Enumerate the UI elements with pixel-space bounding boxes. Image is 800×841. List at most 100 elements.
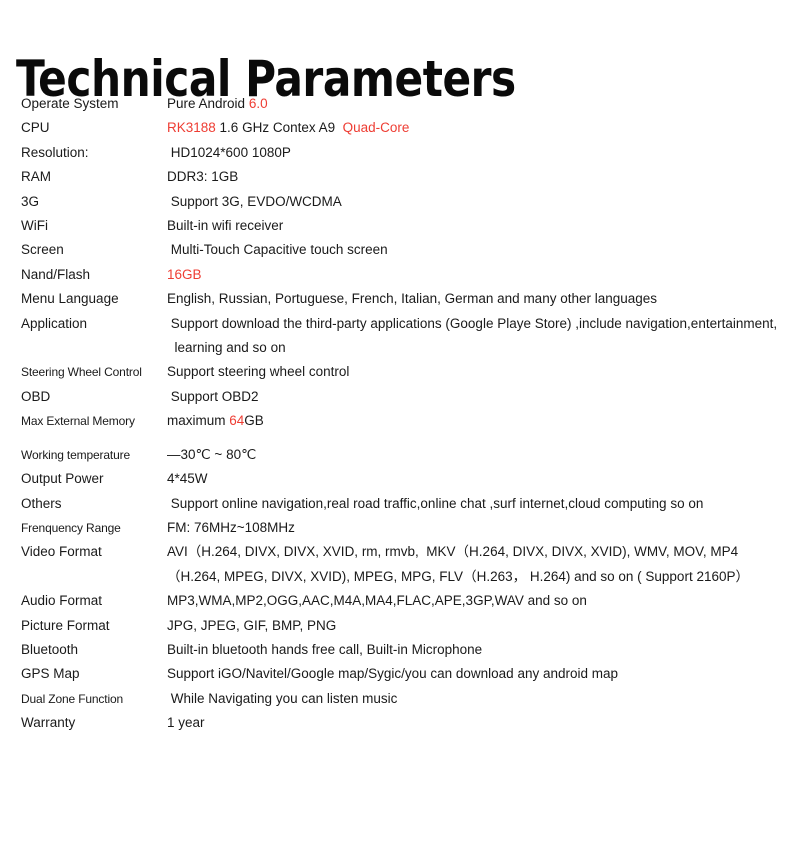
spec-label: Application: [21, 315, 88, 331]
spec-value: MP3,WMA,MP2,OGG,AAC,M4A,MA4,FLAC,APE,3GP…: [167, 589, 783, 613]
spec-value-text: 1.6 GHz Contex A9: [215, 120, 343, 136]
spec-value-text: JPG, JPEG, GIF, BMP, PNG: [167, 617, 337, 633]
spec-value: Support OBD2: [167, 385, 783, 409]
spec-value-text: Support 3G, EVDO/WCDMA: [167, 193, 342, 209]
spec-value: Multi-Touch Capacitive touch screen: [167, 238, 783, 262]
spec-label: Output Power: [21, 471, 104, 487]
spec-row: WiFi Built-in wifi receiver: [21, 214, 783, 238]
spec-row: Bluetooth Built-in bluetooth hands free c…: [21, 638, 783, 662]
spec-label: Audio Format: [21, 593, 103, 609]
spec-value-text: FM: 76MHz~108MHz: [167, 519, 295, 535]
spec-value: 1 year: [167, 711, 783, 735]
spec-value: JPG, JPEG, GIF, BMP, PNG: [167, 614, 783, 638]
spec-value-text: —30℃ ~ 80℃: [167, 446, 257, 462]
spec-row: Dual Zone Function While Navigating you …: [21, 687, 783, 711]
spec-value-text: While Navigating you can listen music: [167, 690, 398, 706]
spec-value: Support steering wheel control: [167, 360, 783, 384]
spec-label: CPU: [21, 120, 50, 136]
spec-row: Operate System Pure Android 6.0: [21, 92, 783, 116]
technical-parameters-page: Technical Parameters Operate System Pure …: [0, 0, 800, 841]
spec-value-text: English, Russian, Portuguese, French, It…: [167, 291, 658, 307]
spec-value-text: GB: [244, 413, 264, 429]
spec-label: Others: [21, 495, 62, 511]
spec-value: HD1024*600 1080P: [167, 141, 783, 165]
spec-value-text: Support online navigation,real road traf…: [167, 495, 704, 511]
spec-value-text: Built-in bluetooth hands free call, Buil…: [167, 641, 483, 657]
spec-label: Nand/Flash: [21, 266, 91, 282]
spec-value: While Navigating you can listen music: [167, 687, 783, 711]
spec-value-text: Support iGO/Navitel/Google map/Sygic/you…: [167, 666, 619, 682]
spec-label: Working temperature: [21, 447, 130, 462]
spec-label: OBD: [21, 388, 51, 404]
spec-value-line: Support download the third-party applica…: [167, 315, 778, 331]
spec-value: Pure Android 6.0: [167, 92, 783, 116]
specification-table-body: Operate System Pure Android 6.0 CPU RK3188 …: [21, 92, 783, 736]
spec-value: AVI（H.264, DIVX, DIVX, XVID, rm, rmvb, M…: [167, 540, 783, 589]
spec-value: maximum 64GB: [167, 409, 783, 433]
spec-value-text: maximum: [167, 413, 230, 429]
spec-row: Max External Memory maximum 64GB: [21, 409, 783, 433]
spec-label: GPS Map: [21, 666, 80, 682]
spec-value-text: Pure Android: [167, 96, 249, 111]
spec-row: CPU RK3188 1.6 GHz Contex A9 Quad-Core: [21, 116, 783, 140]
spec-label: Max External Memory: [21, 414, 135, 429]
spec-value: Support download the third-party applica…: [167, 312, 783, 361]
spec-label: Frenquency Range: [21, 520, 121, 535]
spec-value-text: 1 year: [167, 715, 205, 731]
spec-value-text: Multi-Touch Capacitive touch screen: [167, 242, 388, 258]
spec-label: Steering Wheel Control: [21, 365, 142, 380]
spec-row: Output Power 4*45W: [21, 467, 783, 491]
spec-row: Frenquency Range FM: 76MHz~108MHz: [21, 516, 783, 540]
spec-value-text: 4*45W: [167, 471, 208, 487]
spec-value: DDR3: 1GB: [167, 165, 783, 189]
spec-label: Operate System: [21, 96, 119, 111]
spec-value: English, Russian, Portuguese, French, It…: [167, 287, 783, 311]
spec-value: —30℃ ~ 80℃: [167, 434, 783, 467]
spec-value: 16GB: [167, 263, 783, 287]
spec-row: Others Support online navigation,real ro…: [21, 492, 783, 516]
spec-value-line: AVI（H.264, DIVX, DIVX, XVID, rm, rmvb, M…: [167, 544, 739, 560]
spec-value: Support iGO/Navitel/Google map/Sygic/you…: [167, 662, 783, 686]
spec-row: OBD Support OBD2: [21, 385, 783, 409]
spec-value-text: MP3,WMA,MP2,OGG,AAC,M4A,MA4,FLAC,APE,3GP…: [167, 593, 587, 609]
spec-row: Application Support download the third-p…: [21, 312, 783, 361]
spec-label: Screen: [21, 242, 64, 258]
spec-row: GPS Map Support iGO/Navitel/Google map/Sy…: [21, 662, 783, 686]
spec-row: Warranty 1 year: [21, 711, 783, 735]
spec-value-text: HD1024*600 1080P: [167, 144, 291, 160]
spec-value: Built-in bluetooth hands free call, Buil…: [167, 638, 783, 662]
spec-row: 3G Support 3G, EVDO/WCDMA: [21, 190, 783, 214]
spec-value-highlight: RK3188: [167, 120, 216, 136]
spec-value: Support 3G, EVDO/WCDMA: [167, 190, 783, 214]
spec-row: Menu Language English, Russian, Portugues…: [21, 287, 783, 311]
spec-value: FM: 76MHz~108MHz: [167, 516, 783, 540]
spec-value-text: Support steering wheel control: [167, 364, 350, 380]
spec-label: Picture Format: [21, 617, 110, 633]
spec-value-highlight: 16GB: [167, 266, 202, 282]
spec-row: Steering Wheel Control Support steering w…: [21, 360, 783, 384]
spec-row: Working temperature —30℃ ~ 80℃: [21, 434, 783, 467]
spec-value-highlight: 6.0: [248, 96, 268, 111]
spec-value: Support online navigation,real road traf…: [167, 492, 783, 516]
spec-value: Built-in wifi receiver: [167, 214, 783, 238]
spec-label: 3G: [21, 193, 40, 209]
spec-label: Video Format: [21, 544, 102, 560]
spec-value-line: learning and so on: [167, 340, 286, 356]
spec-row: RAM DDR3: 1GB: [21, 165, 783, 189]
spec-label: RAM: [21, 169, 51, 185]
spec-label: Menu Language: [21, 291, 119, 307]
spec-label: WiFi: [21, 218, 48, 234]
spec-row: Picture Format JPG, JPEG, GIF, BMP, PNG: [21, 614, 783, 638]
spec-value: 4*45W: [167, 467, 783, 491]
spec-value-highlight: 64: [229, 413, 245, 429]
spec-row: Resolution: HD1024*600 1080P: [21, 141, 783, 165]
spec-row: Screen Multi-Touch Capacitive touch scre…: [21, 238, 783, 262]
spec-value-text: Built-in wifi receiver: [167, 218, 284, 234]
spec-label: Bluetooth: [21, 641, 79, 657]
spec-label: Resolution:: [21, 144, 89, 160]
spec-value-highlight: Quad-Core: [342, 120, 410, 136]
specification-table: Operate System Pure Android 6.0 CPU RK3188 …: [21, 92, 783, 736]
spec-row: Video Format AVI（H.264, DIVX, DIVX, XVID,…: [21, 540, 783, 589]
spec-row: Audio Format MP3,WMA,MP2,OGG,AAC,M4A,MA4,…: [21, 589, 783, 613]
spec-value-text: Support OBD2: [167, 388, 259, 404]
